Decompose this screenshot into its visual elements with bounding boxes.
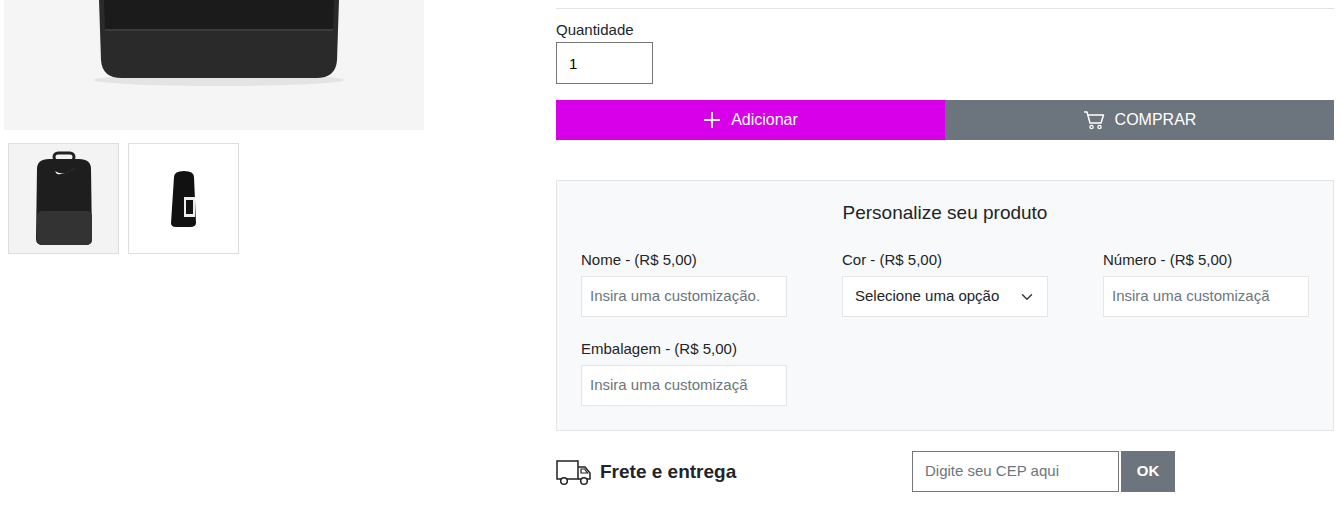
customization-input[interactable] [1103,276,1309,317]
truck-icon [556,458,592,486]
customization-input[interactable] [581,276,787,317]
customization-input[interactable] [581,365,787,406]
divider [556,8,1334,9]
plus-icon [703,111,721,129]
add-button[interactable]: Adicionar [556,100,945,140]
quantity-input[interactable] [556,42,653,84]
product-panel: Quantidade AdicionarCOMPRAR Personalize … [556,0,1334,492]
customization-title: Personalize seu produto [581,201,1309,225]
customization-fields: Nome - (R$ 5,00) Cor - (R$ 5,00) Selecione… [581,250,1309,406]
thumbnail[interactable] [128,143,239,254]
product-image [4,0,424,130]
quantity-label: Quantidade [556,21,1334,39]
backpack-front-icon [29,151,99,246]
customization-field: Embalagem - (R$ 5,00) [581,339,787,406]
buy-button[interactable]: COMPRAR [945,100,1334,140]
field-label: Número - (R$ 5,00) [1103,250,1309,270]
field-label: Embalagem - (R$ 5,00) [581,339,787,359]
backpack-side-icon [164,169,204,229]
customization-panel: Personalize seu produto Nome - (R$ 5,00) C… [556,180,1334,431]
customization-field: Número - (R$ 5,00) [1103,250,1309,317]
customization-field: Nome - (R$ 5,00) [581,250,787,317]
cep-input[interactable] [912,451,1119,492]
shipping-heading: Frete e entrega [556,458,912,486]
thumbnail[interactable] [8,143,119,254]
field-label: Cor - (R$ 5,00) [842,250,1048,270]
cart-icon [1083,110,1105,130]
field-label: Nome - (R$ 5,00) [581,250,787,270]
customization-field: Cor - (R$ 5,00) Selecione uma opção [842,250,1048,317]
ok-button[interactable]: OK [1121,451,1175,492]
option-select[interactable]: Selecione uma opção [842,276,1048,317]
